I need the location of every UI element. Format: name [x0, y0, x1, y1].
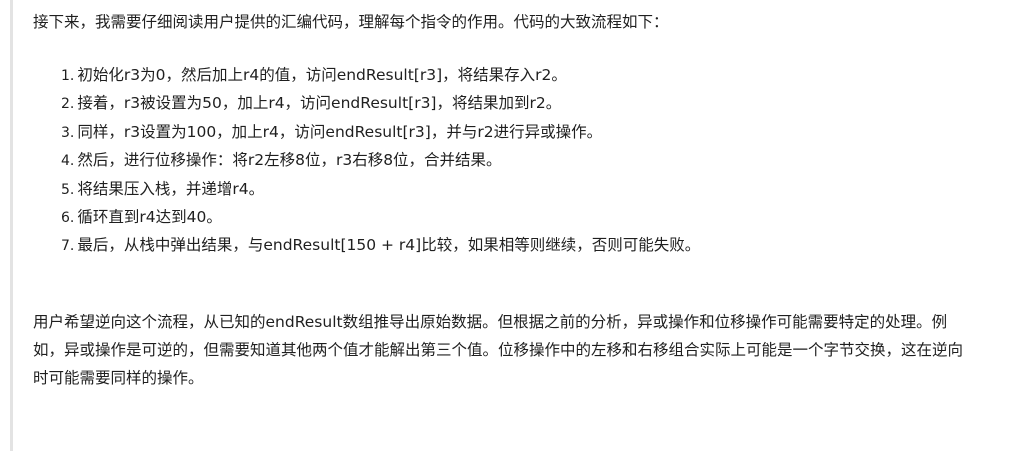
intro-paragraph: 接下来，我需要仔细阅读用户提供的汇编代码，理解每个指令的作用。代码的大致流程如下… [33, 13, 669, 31]
list-item-number: 4. [61, 153, 75, 170]
blockquote-rule [10, 0, 13, 451]
list-item-number: 7. [61, 238, 75, 255]
list-item: 5. 将结果压入栈，并递增r4。 [61, 176, 700, 204]
list-item-number: 5. [61, 181, 75, 198]
list-item-number: 6. [61, 210, 75, 227]
list-item: 3. 同样，r3设置为100，加上r4，访问endResult[r3]，并与r2进… [61, 119, 700, 147]
list-item-text: 接着，r3被设置为50，加上r4，访问endResult[r3]，将结果加到r2… [77, 94, 562, 113]
list-item-number: 3. [61, 124, 75, 141]
list-item-text: 初始化r3为0，然后加上r4的值，访问endResult[r3]，将结果存入r2… [77, 66, 567, 84]
list-item-number: 2. [61, 96, 75, 113]
list-item-text: 将结果压入栈，并递增r4。 [77, 179, 265, 198]
list-item: 4. 然后，进行位移操作：将r2左移8位，r3右移8位，合并结果。 [61, 147, 700, 175]
list-item-number: 1. [61, 68, 75, 84]
list-item: 7. 最后，从栈中弹出结果，与endResult[150 + r4]比较，如果相等… [61, 232, 700, 260]
list-item-text: 循环直到r4达到40。 [77, 208, 222, 227]
list-item: 6. 循环直到r4达到40。 [61, 204, 700, 232]
list-item: 2. 接着，r3被设置为50，加上r4，访问endResult[r3]，将结果加到… [61, 90, 700, 118]
closing-paragraph: 用户希望逆向这个流程，从已知的endResult数组推导出原始数据。但根据之前的… [33, 313, 964, 387]
list-item-text: 最后，从栈中弹出结果，与endResult[150 + r4]比较，如果相等则继… [77, 236, 701, 255]
list-item-text: 同样，r3设置为100，加上r4，访问endResult[r3]，并与r2进行异… [77, 122, 603, 141]
step-list: 1. 初始化r3为0，然后加上r4的值，访问endResult[r3]，将结果存入… [61, 62, 700, 261]
list-item: 1. 初始化r3为0，然后加上r4的值，访问endResult[r3]，将结果存入… [61, 62, 700, 90]
list-item-text: 然后，进行位移操作：将r2左移8位，r3右移8位，合并结果。 [77, 151, 502, 170]
